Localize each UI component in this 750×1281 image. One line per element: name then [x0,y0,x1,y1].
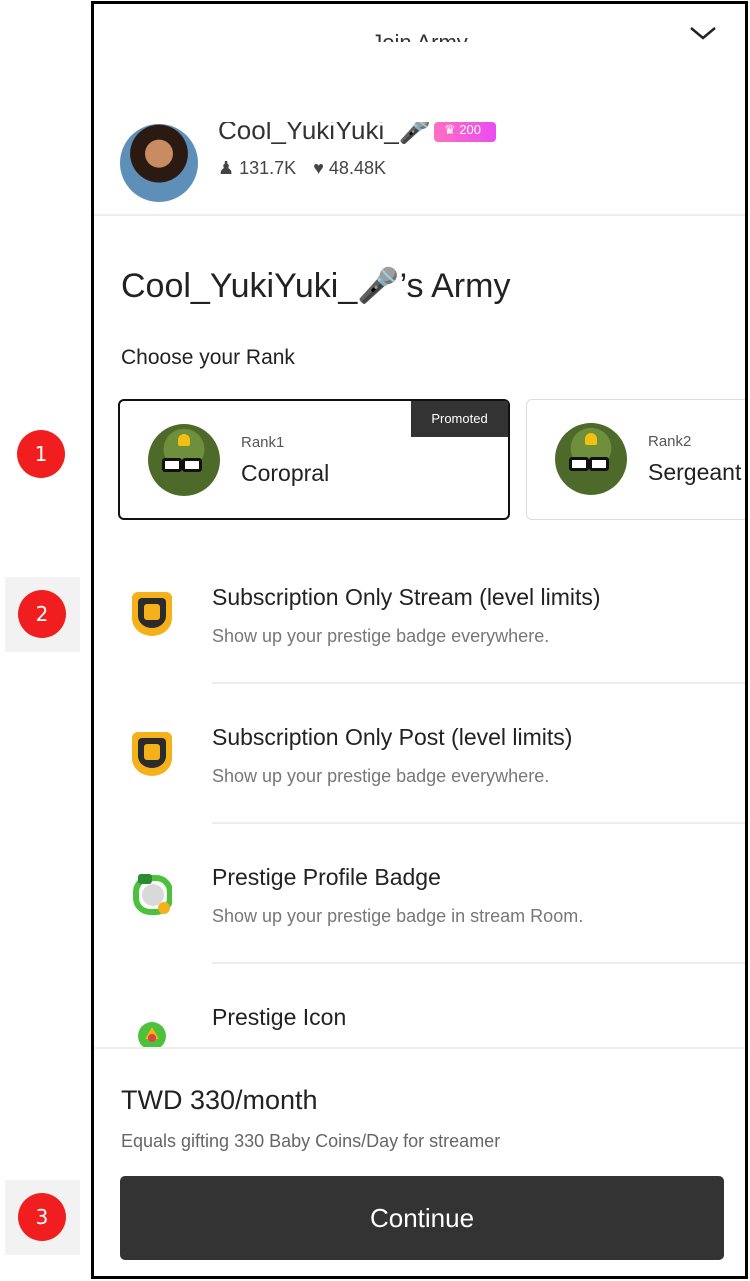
heart-icon: ♥ [313,158,329,178]
post-badge-icon [132,732,172,776]
price-label: TWD 330/month [121,1085,318,1115]
divider [212,822,745,824]
continue-button[interactable]: Continue [120,1176,724,1260]
avatar[interactable] [120,124,198,202]
feature-title: Prestige Icon [212,1004,347,1030]
feature-desc: Show up your prestige badge in stream Ro… [212,906,584,926]
profile-stats: ♟ 131.7K ♥ 48.48K [218,158,398,179]
corporal-avatar-icon [148,424,220,496]
feature-title: Prestige Profile Badge [212,864,441,890]
army-title: Cool_YukiYuki_🎤’s Army [121,267,511,305]
rank-name: Sergeant [648,459,742,485]
rank-label: Rank1 [241,434,285,451]
top-bar: Join Army [94,4,745,64]
profile-badge-icon [133,874,172,915]
likes-stat: ♥ 48.48K [313,158,386,178]
close-icon[interactable] [689,26,717,46]
divider [212,682,745,684]
step-marker-2: 2 [5,577,80,652]
feature-desc: Show up your prestige badge everywhere. [212,766,550,786]
feature-title: Subscription Only Stream (level limits) [212,584,601,610]
streamer-name: Cool_YukiYuki_🎤 [218,122,432,144]
person-icon: ♟ [218,158,240,178]
step-marker-1: 1 [17,430,65,478]
stream-badge-icon [132,592,172,636]
price-note: Equals gifting 330 Baby Coins/Day for st… [121,1131,501,1151]
step-marker-3: 3 [5,1180,80,1255]
streamer-profile: Cool_YukiYuki_🎤 ♛ 200 ♟ 131.7K ♥ 48.48K [94,114,745,216]
rank-label: Rank2 [648,433,692,450]
join-army-sheet: Join Army Cool_YukiYuki_🎤 ♛ 200 ♟ 131.7K… [91,1,748,1279]
level-badge: ♛ 200 [434,122,496,142]
rank-card-1[interactable]: Rank1 Coropral Promoted [118,399,510,520]
rank-card-2[interactable]: Rank2 Sergeant [526,399,745,520]
promoted-tag: Promoted [411,401,508,437]
divider [212,962,745,964]
sheet-title: Join Army [94,30,745,42]
feature-title: Subscription Only Post (level limits) [212,724,573,750]
choose-rank-label: Choose your Rank [121,346,295,369]
sergeant-avatar-icon [555,423,627,495]
checkout-footer: TWD 330/month Equals gifting 330 Baby Co… [94,1047,745,1276]
feature-desc: Show up your prestige badge everywhere. [212,626,550,646]
followers-stat: ♟ 131.7K [218,158,297,178]
rank-name: Coropral [241,460,330,486]
